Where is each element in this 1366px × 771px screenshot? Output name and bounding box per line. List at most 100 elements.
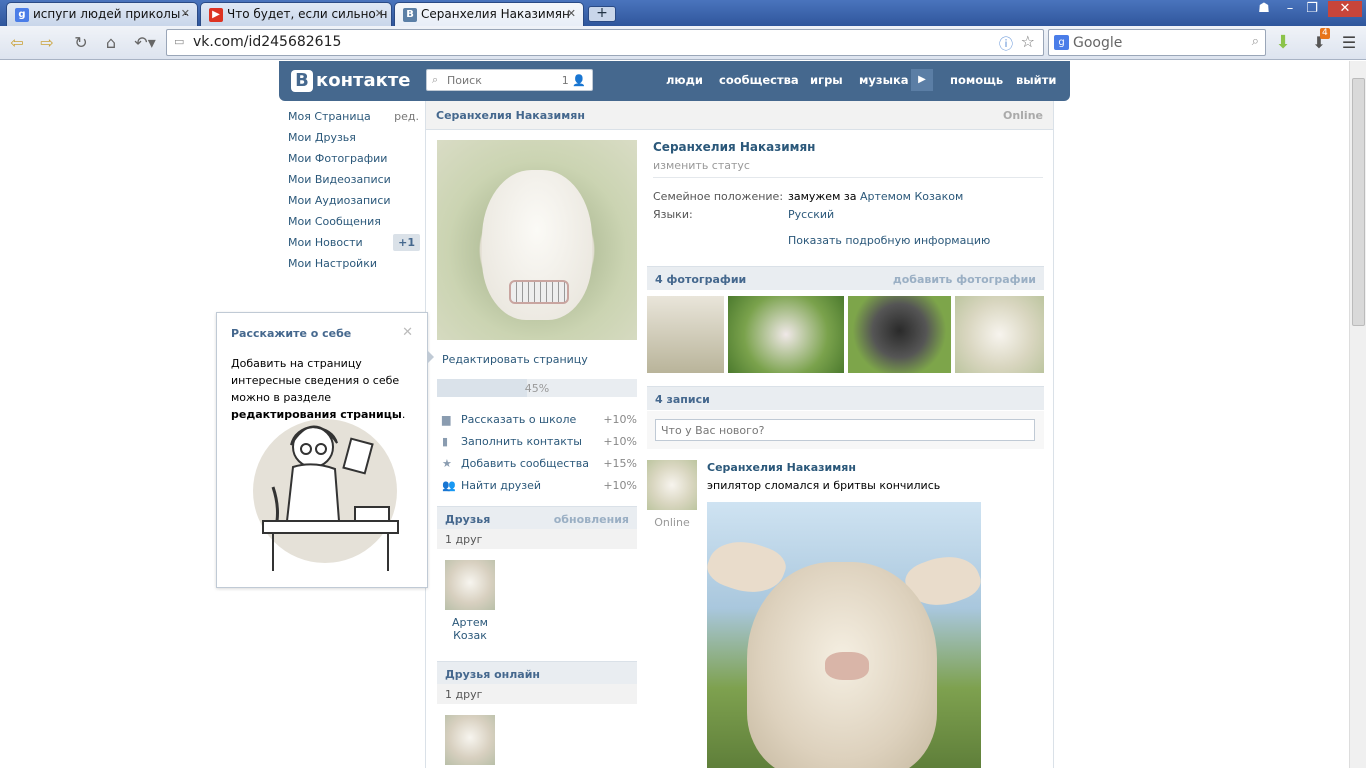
download-helper-icon[interactable]: ⬇	[1272, 32, 1294, 54]
change-status-link[interactable]: изменить статус	[653, 159, 750, 172]
lightning-icon[interactable]: ⓘ	[999, 34, 1013, 54]
close-window-button[interactable]: ✕	[1328, 1, 1362, 17]
left-menu: Моя Страница ред. Мои Друзья Мои Фотограф…	[288, 110, 422, 278]
scrollbar-thumb[interactable]	[1352, 78, 1365, 326]
nav-music[interactable]: музыка	[859, 73, 909, 87]
show-details-link[interactable]: Показать подробную информацию	[788, 234, 990, 247]
minimize-button[interactable]: –	[1280, 1, 1300, 17]
search-icon: ⌕	[432, 73, 439, 86]
page-scrollbar[interactable]	[1349, 61, 1366, 768]
school-icon: ▆	[442, 413, 451, 426]
post-image[interactable]	[707, 502, 981, 768]
photo-thumb[interactable]	[955, 296, 1044, 373]
header-name: Серанхелия Наказимян	[436, 109, 585, 122]
task-friends[interactable]: 👥 Найти друзей +10%	[442, 479, 637, 501]
google-icon[interactable]: g	[1054, 35, 1069, 50]
friend-card[interactable]: Артем Козак	[440, 560, 500, 642]
nav-help[interactable]: помощь	[950, 73, 1003, 87]
close-icon[interactable]: ✕	[375, 7, 384, 20]
post-text: эпилятор сломался и бритвы кончились	[707, 479, 941, 492]
close-icon[interactable]: ✕	[567, 7, 576, 20]
photo-thumb[interactable]	[647, 296, 724, 373]
task-communities[interactable]: ★ Добавить сообщества +15%	[442, 457, 637, 479]
post-author-avatar[interactable]	[647, 460, 697, 510]
downloads-badge: 4	[1320, 28, 1330, 39]
menu-my-videos[interactable]: Мои Видеозаписи	[288, 173, 422, 194]
new-tab-button[interactable]: +	[588, 6, 616, 22]
maximize-button[interactable]: ❐	[1302, 1, 1322, 17]
menu-my-news[interactable]: Мои Новости +1	[288, 234, 422, 257]
close-icon[interactable]: ✕	[181, 7, 190, 20]
post-author-name[interactable]: Серанхелия Наказимян	[707, 461, 856, 474]
youtube-icon: ▶	[209, 8, 223, 22]
nav-games[interactable]: игры	[810, 73, 843, 87]
undo-icon[interactable]: ↶▾	[130, 32, 160, 54]
news-badge: +1	[393, 234, 420, 251]
downloads-icon[interactable]: ⬇ 4	[1308, 28, 1330, 54]
vk-search-input[interactable]: ⌕ Поиск 1 👤	[426, 69, 593, 91]
photo-thumb[interactable]	[728, 296, 844, 373]
task-contacts[interactable]: ▮ Заполнить контакты +10%	[442, 435, 637, 457]
bookmark-star-icon[interactable]: ☆	[1021, 32, 1035, 51]
vk-header: Вконтакте ⌕ Поиск 1 👤 люди сообщества иг…	[279, 61, 1070, 101]
menu-my-messages[interactable]: Мои Сообщения	[288, 215, 422, 236]
about-yourself-tooltip: Расскажите о себе ✕ Добавить на страницу…	[216, 312, 428, 588]
tab-vk[interactable]: В Серанхелия Наказимян ✕	[394, 2, 584, 26]
back-icon[interactable]: ⇦	[6, 32, 28, 54]
tab-title: Что будет, если сильно н	[227, 7, 388, 21]
reload-icon[interactable]: ↻	[70, 32, 92, 54]
nav-people[interactable]: люди	[666, 73, 703, 87]
photo-thumb[interactable]	[848, 296, 951, 373]
star-icon: ★	[442, 457, 452, 470]
play-icon[interactable]: ▶	[911, 69, 933, 91]
profile-photo[interactable]	[437, 140, 637, 340]
info-family: Семейное положение: замужем за Артемом Ко…	[653, 190, 964, 203]
task-school[interactable]: ▆ Рассказать о школе +10%	[442, 413, 637, 435]
friends-section-header[interactable]: Друзья обновления	[437, 506, 637, 530]
tab-title: Серанхелия Наказимян	[421, 7, 570, 21]
search-engine-box[interactable]: g Google ⌕	[1048, 29, 1266, 56]
profile-icon[interactable]: ☗	[1254, 1, 1274, 17]
info-languages: Языки: Русский	[653, 208, 835, 221]
friends-updates-link[interactable]: обновления	[554, 513, 629, 526]
home-icon[interactable]: ⌂	[100, 32, 122, 54]
nav-logout[interactable]: выйти	[1016, 73, 1056, 87]
vk-icon: В	[403, 8, 417, 22]
menu-my-audio[interactable]: Мои Аудиозаписи	[288, 194, 422, 215]
tab-youtube[interactable]: ▶ Что будет, если сильно н ✕	[200, 2, 392, 26]
profile-header-bar: Серанхелия Наказимян Online	[426, 101, 1053, 130]
language-link[interactable]: Русский	[788, 208, 834, 221]
add-photos-link[interactable]: добавить фотографии	[893, 273, 1036, 286]
vk-logo[interactable]: Вконтакте	[291, 70, 410, 92]
online-status: Online	[1002, 109, 1043, 122]
address-bar[interactable]: ▭ vk.com/id245682615 ⓘ ☆	[166, 29, 1044, 56]
menu-my-photos[interactable]: Мои Фотографии	[288, 152, 422, 173]
browser-tab-bar: g испуги людей приколы - ✕ ▶ Что будет, …	[0, 0, 1366, 26]
friends-count: 1 друг	[437, 529, 637, 549]
menu-icon[interactable]: ☰	[1338, 32, 1360, 54]
wall-section-header[interactable]: 4 записи	[647, 386, 1044, 410]
people-icon: 👥	[442, 479, 456, 492]
forward-icon[interactable]: ⇨	[36, 32, 58, 54]
menu-my-settings[interactable]: Мои Настройки	[288, 257, 422, 278]
url-text: vk.com/id245682615	[193, 34, 342, 50]
search-icon[interactable]: ⌕	[1252, 34, 1259, 49]
profile-progress-bar: 45%	[437, 379, 637, 397]
tooltip-arrow	[427, 350, 434, 364]
edit-page-link[interactable]: Редактировать страницу	[442, 353, 588, 366]
tooltip-title: Расскажите о себе	[231, 327, 352, 340]
friend-online-card[interactable]	[440, 715, 500, 771]
spouse-link[interactable]: Артемом Козаком	[860, 190, 963, 203]
new-post-input[interactable]: Что у Вас нового?	[655, 419, 1035, 441]
menu-my-page[interactable]: Моя Страница ред.	[288, 110, 422, 131]
edit-link[interactable]: ред.	[394, 110, 419, 123]
user-icon: 👤	[572, 74, 586, 87]
menu-my-friends[interactable]: Мои Друзья	[288, 131, 422, 152]
friends-online-header[interactable]: Друзья онлайн	[437, 661, 637, 685]
photos-section-header[interactable]: 4 фотографии добавить фотографии	[647, 266, 1044, 290]
close-icon[interactable]: ✕	[402, 325, 413, 340]
nav-communities[interactable]: сообщества	[719, 73, 799, 87]
tab-google-search[interactable]: g испуги людей приколы - ✕	[6, 2, 198, 26]
illustration-icon	[253, 419, 399, 571]
page-icon: ▭	[174, 35, 185, 48]
